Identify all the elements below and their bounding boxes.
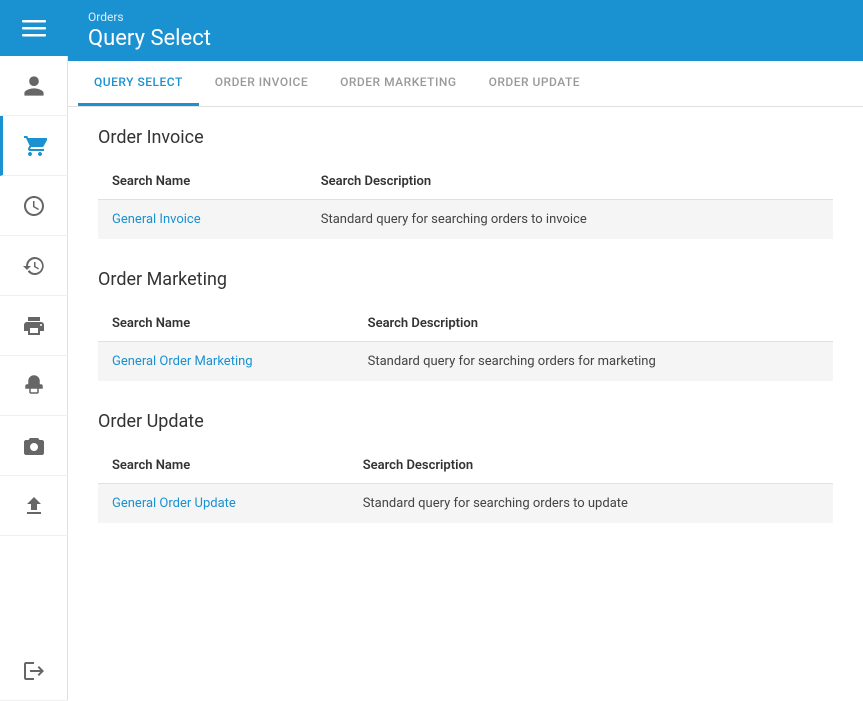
upload-icon <box>22 494 46 518</box>
col-search-name-invoice: Search Name <box>98 164 307 200</box>
clock-icon <box>22 194 46 218</box>
hamburger-icon <box>22 16 46 40</box>
tab-query-select[interactable]: QUERY SELECT <box>78 61 199 106</box>
camera-icon <box>22 434 46 458</box>
main-content: Orders Query Select QUERY SELECT ORDER I… <box>68 0 863 701</box>
table-row: General Order Marketing Standard query f… <box>98 342 833 382</box>
menu-button[interactable] <box>0 0 68 56</box>
order-marketing-title: Order Marketing <box>98 269 833 290</box>
order-invoice-title: Order Invoice <box>98 127 833 148</box>
order-invoice-section: Order Invoice Search Name Search Descrip… <box>98 127 833 239</box>
tab-order-update[interactable]: ORDER UPDATE <box>473 61 597 106</box>
order-marketing-table: Search Name Search Description General O… <box>98 306 833 381</box>
order-update-title: Order Update <box>98 411 833 432</box>
sidebar-item-upload[interactable] <box>0 476 68 536</box>
sidebar-item-user[interactable] <box>0 56 68 116</box>
sidebar-item-cart[interactable] <box>0 116 68 176</box>
sidebar-item-logout[interactable] <box>0 641 68 701</box>
tab-bar: QUERY SELECT ORDER INVOICE ORDER MARKETI… <box>68 61 863 107</box>
invoice-row-desc: Standard query for searching orders to i… <box>307 200 833 240</box>
history-icon <box>22 254 46 278</box>
sidebar-item-history[interactable] <box>0 236 68 296</box>
tab-order-marketing[interactable]: ORDER MARKETING <box>324 61 472 106</box>
update-row-name[interactable]: General Order Update <box>98 484 349 524</box>
sidebar-bottom <box>0 641 68 701</box>
sidebar-item-print[interactable] <box>0 296 68 356</box>
cart-icon <box>23 134 47 158</box>
order-update-section: Order Update Search Name Search Descript… <box>98 411 833 523</box>
order-marketing-section: Order Marketing Search Name Search Descr… <box>98 269 833 381</box>
chair-icon <box>22 374 46 398</box>
order-update-table: Search Name Search Description General O… <box>98 448 833 523</box>
person-icon <box>22 74 46 98</box>
breadcrumb: Orders <box>88 10 843 24</box>
logout-icon <box>22 659 46 683</box>
marketing-row-name[interactable]: General Order Marketing <box>98 342 354 382</box>
col-search-desc-invoice: Search Description <box>307 164 833 200</box>
print-icon <box>22 314 46 338</box>
col-search-desc-update: Search Description <box>349 448 833 484</box>
col-search-name-update: Search Name <box>98 448 349 484</box>
table-row: General Order Update Standard query for … <box>98 484 833 524</box>
update-row-desc: Standard query for searching orders to u… <box>349 484 833 524</box>
content-area: Order Invoice Search Name Search Descrip… <box>68 107 863 701</box>
table-row: General Invoice Standard query for searc… <box>98 200 833 240</box>
sidebar <box>0 0 68 701</box>
marketing-row-desc: Standard query for searching orders for … <box>354 342 833 382</box>
tab-order-invoice[interactable]: ORDER INVOICE <box>199 61 324 106</box>
sidebar-item-chair[interactable] <box>0 356 68 416</box>
sidebar-item-clock[interactable] <box>0 176 68 236</box>
page-header: Orders Query Select <box>68 0 863 61</box>
col-search-name-marketing: Search Name <box>98 306 354 342</box>
invoice-row-name[interactable]: General Invoice <box>98 200 307 240</box>
order-invoice-table: Search Name Search Description General I… <box>98 164 833 239</box>
page-title: Query Select <box>88 26 843 51</box>
col-search-desc-marketing: Search Description <box>354 306 833 342</box>
sidebar-item-camera[interactable] <box>0 416 68 476</box>
